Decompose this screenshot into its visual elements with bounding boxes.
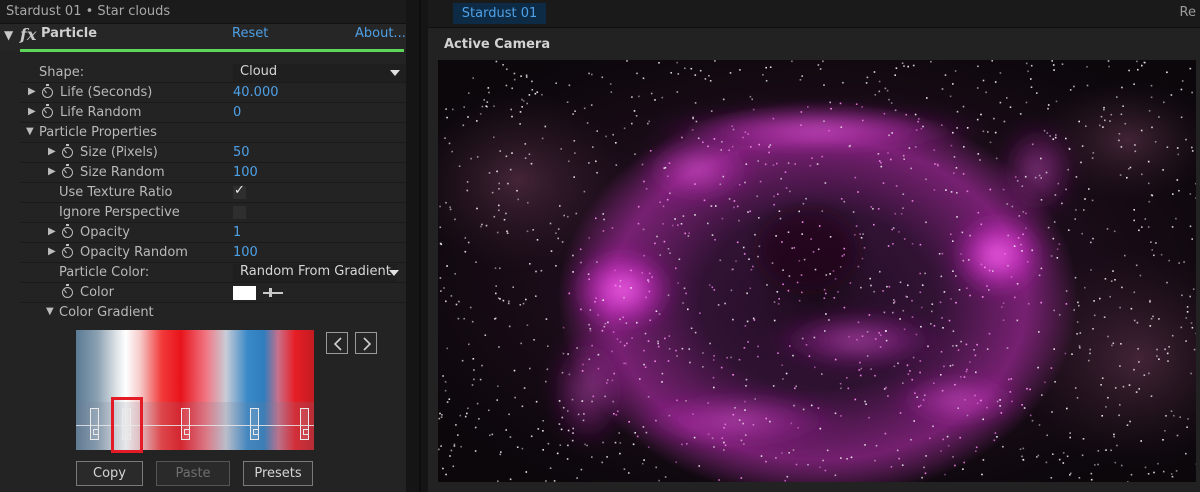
life-label: Life (Seconds) xyxy=(60,85,153,100)
gradient-stop[interactable] xyxy=(300,408,309,440)
size-label: Size (Pixels) xyxy=(80,145,158,160)
presets-button[interactable]: Presets xyxy=(243,461,313,486)
eyedropper-icon[interactable] xyxy=(263,288,283,297)
selected-stop-highlight xyxy=(111,397,143,453)
particle-properties-label: Particle Properties xyxy=(39,125,157,140)
shape-dropdown-value: Cloud xyxy=(240,64,278,79)
tab-stardust-01[interactable]: Stardust 01 xyxy=(453,3,546,24)
property-color: Color xyxy=(20,283,406,303)
tab-overflow-label[interactable]: Re xyxy=(1180,5,1196,20)
property-life-random: ▶ Life Random 0 xyxy=(20,103,406,123)
fx-icon[interactable]: fx xyxy=(20,25,36,44)
reset-button[interactable]: Reset xyxy=(232,26,268,41)
effect-selected-underline xyxy=(20,49,404,52)
copy-button[interactable]: Copy xyxy=(76,461,143,486)
size-random-label: Size Random xyxy=(80,165,165,180)
effect-name: Particle xyxy=(41,26,98,41)
dropdown-arrow-icon xyxy=(389,270,399,276)
color-swatch[interactable] xyxy=(233,286,256,300)
group-color-gradient[interactable]: ▼ Color Gradient xyxy=(20,303,406,323)
stopwatch-icon[interactable] xyxy=(62,224,73,238)
property-use-texture-ratio: Use Texture Ratio xyxy=(20,183,406,203)
property-opacity: ▶ Opacity 1 xyxy=(20,223,406,243)
life-random-label: Life Random xyxy=(60,105,142,120)
expand-triangle-icon[interactable]: ▶ xyxy=(48,166,56,177)
paste-button[interactable]: Paste xyxy=(156,461,230,486)
stopwatch-icon[interactable] xyxy=(62,164,73,178)
expand-triangle-icon[interactable]: ▶ xyxy=(48,146,56,157)
stopwatch-icon[interactable] xyxy=(62,284,73,298)
life-random-value[interactable]: 0 xyxy=(233,105,241,120)
effect-header: ▼ fx Particle Reset About... xyxy=(0,24,406,51)
use-texture-ratio-checkbox[interactable] xyxy=(233,183,246,199)
color-label: Color xyxy=(80,285,114,300)
effect-controls-panel: Stardust 01 • Star clouds ▼ fx Particle … xyxy=(0,0,406,492)
group-particle-properties[interactable]: ▼ Particle Properties xyxy=(20,123,406,143)
next-stop-button[interactable] xyxy=(355,332,377,354)
chevron-right-icon xyxy=(363,337,372,351)
panel-divider-line xyxy=(419,0,421,492)
stopwatch-icon[interactable] xyxy=(62,244,73,258)
particle-color-dropdown[interactable]: Random From Gradient xyxy=(233,264,399,282)
property-size-random: ▶ Size Random 100 xyxy=(20,163,406,183)
shape-label: Shape: xyxy=(39,65,85,80)
property-life: ▶ Life (Seconds) 40.000 xyxy=(20,83,406,103)
previous-stop-button[interactable] xyxy=(326,332,348,354)
opacity-random-value[interactable]: 100 xyxy=(233,245,258,260)
color-gradient-label: Color Gradient xyxy=(59,305,154,320)
property-size: ▶ Size (Pixels) 50 xyxy=(20,143,406,163)
opacity-random-label: Opacity Random xyxy=(80,245,188,260)
panel-divider[interactable] xyxy=(406,0,428,492)
property-particle-color: Particle Color: Random From Gradient xyxy=(20,263,406,283)
collapse-triangle-icon[interactable]: ▼ xyxy=(26,126,34,137)
gradient-stop[interactable] xyxy=(90,408,99,440)
color-gradient-editor[interactable] xyxy=(76,330,314,453)
ignore-perspective-checkbox[interactable] xyxy=(233,206,246,219)
composition-panel: Stardust 01 Re Active Camera xyxy=(428,0,1200,492)
composition-tabbar: Stardust 01 Re xyxy=(428,0,1200,28)
stopwatch-icon[interactable] xyxy=(62,144,73,158)
size-random-value[interactable]: 100 xyxy=(233,165,258,180)
collapse-triangle-icon[interactable]: ▼ xyxy=(46,306,54,317)
particle-color-label: Particle Color: xyxy=(59,265,150,280)
size-value[interactable]: 50 xyxy=(233,145,250,160)
effect-controls-tabbar: Stardust 01 • Star clouds xyxy=(0,0,406,24)
stopwatch-icon[interactable] xyxy=(42,104,53,118)
effect-controls-title: Stardust 01 • Star clouds xyxy=(6,4,171,19)
about-button[interactable]: About... xyxy=(355,26,406,41)
expand-triangle-icon[interactable]: ▶ xyxy=(48,246,56,257)
particle-color-dropdown-value: Random From Gradient xyxy=(240,264,391,279)
opacity-label: Opacity xyxy=(80,225,131,240)
gradient-stop[interactable] xyxy=(250,408,259,440)
nebula-render xyxy=(438,60,1196,482)
expand-triangle-icon[interactable]: ▶ xyxy=(28,106,36,117)
composition-viewport[interactable] xyxy=(438,60,1196,482)
expand-triangle-icon[interactable]: ▶ xyxy=(28,86,36,97)
ignore-perspective-label: Ignore Perspective xyxy=(59,205,180,220)
life-value[interactable]: 40.000 xyxy=(233,85,279,100)
property-shape: Shape: Cloud xyxy=(20,63,406,83)
property-opacity-random: ▶ Opacity Random 100 xyxy=(20,243,406,263)
active-camera-label: Active Camera xyxy=(444,37,551,52)
shape-dropdown[interactable]: Cloud xyxy=(233,64,406,82)
dropdown-arrow-icon xyxy=(390,70,400,76)
chevron-left-icon xyxy=(333,337,342,351)
stopwatch-icon[interactable] xyxy=(42,84,53,98)
use-texture-ratio-label: Use Texture Ratio xyxy=(59,185,173,200)
expand-triangle-icon[interactable]: ▶ xyxy=(48,226,56,237)
gradient-stop[interactable] xyxy=(181,408,190,440)
property-ignore-perspective: Ignore Perspective xyxy=(20,203,406,223)
collapse-triangle-icon[interactable]: ▼ xyxy=(4,28,13,42)
opacity-value[interactable]: 1 xyxy=(233,225,241,240)
